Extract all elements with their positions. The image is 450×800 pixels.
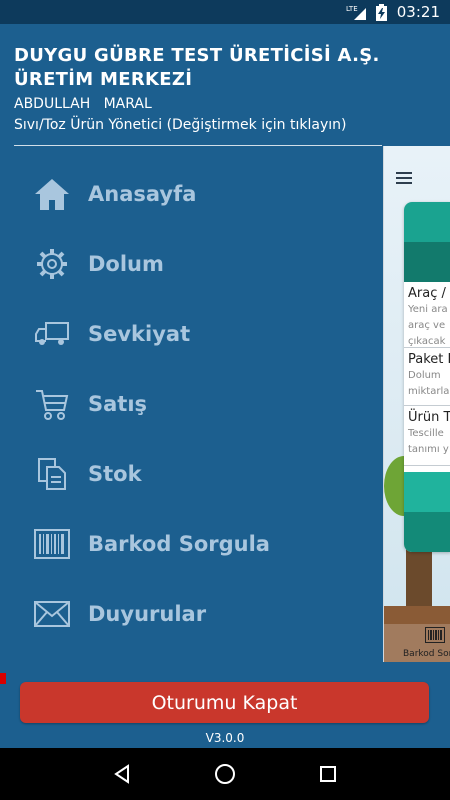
app-version: V3.0.0 — [205, 731, 245, 745]
menu-item-anasayfa[interactable]: Anasayfa — [0, 159, 380, 229]
battery-charging-icon — [375, 3, 387, 21]
card-header-bar — [404, 202, 450, 242]
barcode-icon[interactable] — [425, 627, 445, 647]
menu-item-duyurular[interactable]: Duyurular — [0, 579, 380, 649]
menu-item-sevkiyat[interactable]: Sevkiyat — [0, 299, 380, 369]
drawer-header: DUYGU GÜBRE TEST ÜRETİCİSİ A.Ş. ÜRETİM M… — [0, 24, 450, 136]
logout-button[interactable]: Oturumu Kapat — [20, 682, 429, 723]
lte-signal-icon: LTE — [346, 4, 368, 20]
menu-label: Sevkiyat — [88, 322, 191, 346]
preview-tab-label: Barkod Sor — [403, 649, 450, 659]
user-first-name: ABDULLAH — [14, 96, 91, 112]
documents-icon — [34, 456, 70, 492]
menu-item-barkod-sorgula[interactable]: Barkod Sorgula — [0, 509, 380, 579]
preview-item-title: Paket D — [408, 352, 450, 367]
home-icon — [34, 176, 70, 212]
gear-icon — [34, 246, 70, 282]
menu-item-stok[interactable]: Stok — [0, 439, 380, 509]
menu-label: Barkod Sorgula — [88, 532, 270, 556]
menu-label: Satış — [88, 392, 148, 416]
user-last-name: MARAL — [103, 96, 152, 112]
android-nav-bar — [0, 748, 450, 800]
preview-item-desc: çıkacak — [408, 336, 446, 347]
preview-menu-item[interactable]: Araç / S Yeni ara araç ve çıkacak — [404, 282, 450, 348]
card-action-bar-dark[interactable] — [404, 512, 450, 552]
role-selector[interactable]: Sıvı/Toz Ürün Yönetici (Değiştirmek için… — [14, 114, 436, 136]
preview-item-desc: Tescille — [408, 428, 444, 439]
menu-label: Stok — [88, 462, 142, 486]
home-nav-icon[interactable] — [205, 754, 245, 794]
menu-item-satis[interactable]: Satış — [0, 369, 380, 439]
hamburger-menu-icon[interactable] — [396, 172, 412, 188]
preview-menu-item[interactable]: Paket D Dolum miktarla — [404, 348, 450, 406]
menu-label: Duyurular — [88, 602, 207, 626]
card-header-bar-dark — [404, 242, 450, 282]
status-time: 03:21 — [396, 3, 440, 21]
menu-label: Dolum — [88, 252, 164, 276]
red-edge-marker — [0, 673, 6, 684]
preview-item-title: Araç / S — [408, 286, 450, 301]
envelope-icon — [34, 596, 70, 632]
preview-item-desc: araç ve — [408, 320, 446, 331]
navigation-drawer: DUYGU GÜBRE TEST ÜRETİCİSİ A.Ş. ÜRETİM M… — [0, 24, 450, 748]
svg-text:LTE: LTE — [346, 5, 358, 13]
truck-icon — [34, 316, 70, 352]
preview-item-title: Ürün T — [408, 410, 450, 425]
recents-icon[interactable] — [308, 754, 348, 794]
status-bar: LTE 03:21 — [0, 0, 450, 24]
menu-label: Anasayfa — [88, 182, 197, 206]
card-action-bar[interactable] — [404, 472, 450, 512]
menu-item-dolum[interactable]: Dolum — [0, 229, 380, 299]
company-name: DUYGU GÜBRE TEST ÜRETİCİSİ A.Ş. ÜRETİM M… — [14, 45, 380, 90]
user-name: ABDULLAH MARAL — [14, 94, 436, 114]
preview-menu-item[interactable]: Ürün T Tescille tanımı y — [404, 406, 450, 466]
preview-item-desc: miktarla — [408, 386, 450, 397]
drawer-menu: Anasayfa Dolum Sevkiyat Satış Stok Barko… — [0, 159, 380, 649]
main-screen-preview[interactable]: Araç / S Yeni ara araç ve çıkacak Paket … — [383, 146, 450, 662]
preview-card: Araç / S Yeni ara araç ve çıkacak Paket … — [404, 202, 450, 552]
barcode-icon — [34, 526, 70, 562]
back-icon[interactable] — [102, 754, 142, 794]
preview-item-desc: Yeni ara — [408, 304, 448, 315]
preview-item-desc: Dolum — [408, 370, 441, 381]
header-divider — [14, 145, 382, 146]
cart-icon — [34, 386, 70, 422]
preview-item-desc: tanımı y — [408, 444, 449, 455]
